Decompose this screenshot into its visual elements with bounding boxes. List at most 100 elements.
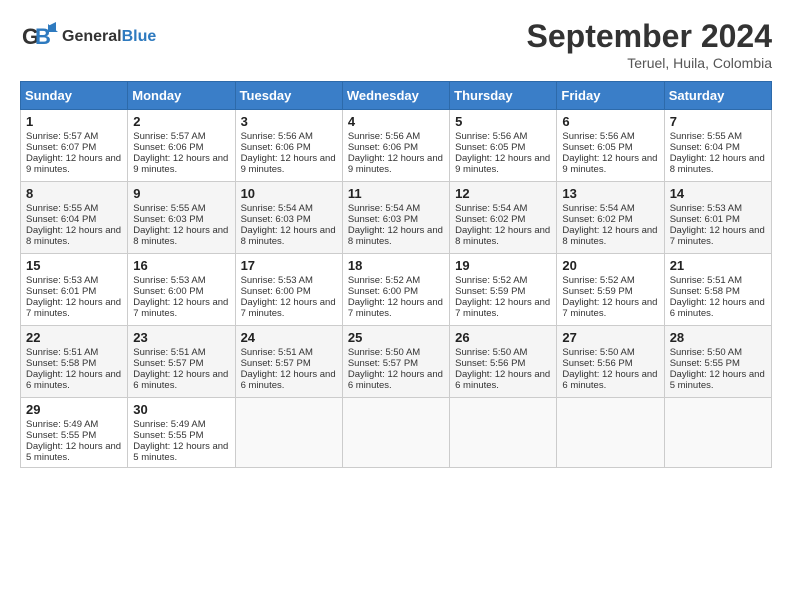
logo-svg: G B	[20, 18, 58, 56]
daylight-text: Daylight: 12 hours and 7 minutes.	[133, 297, 228, 319]
sunset-text: Sunset: 6:06 PM	[133, 142, 203, 153]
sunrise-text: Sunrise: 5:57 AM	[26, 131, 98, 142]
logo-general: General	[62, 28, 122, 45]
sunset-text: Sunset: 6:03 PM	[241, 214, 311, 225]
calendar-cell: 3 Sunrise: 5:56 AM Sunset: 6:06 PM Dayli…	[235, 110, 342, 182]
sunset-text: Sunset: 5:57 PM	[348, 358, 418, 369]
sunrise-text: Sunrise: 5:56 AM	[241, 131, 313, 142]
logo-icon: G B	[20, 18, 58, 56]
day-number: 4	[348, 114, 444, 129]
daylight-text: Daylight: 12 hours and 6 minutes.	[26, 369, 121, 391]
day-number: 27	[562, 330, 658, 345]
calendar-table: Sunday Monday Tuesday Wednesday Thursday…	[20, 81, 772, 468]
daylight-text: Daylight: 12 hours and 9 minutes.	[562, 153, 657, 175]
daylight-text: Daylight: 12 hours and 8 minutes.	[348, 225, 443, 247]
calendar-cell: 5 Sunrise: 5:56 AM Sunset: 6:05 PM Dayli…	[450, 110, 557, 182]
calendar-cell: 30 Sunrise: 5:49 AM Sunset: 5:55 PM Dayl…	[128, 398, 235, 468]
daylight-text: Daylight: 12 hours and 6 minutes.	[670, 297, 765, 319]
day-number: 18	[348, 258, 444, 273]
sunset-text: Sunset: 6:00 PM	[241, 286, 311, 297]
sunset-text: Sunset: 5:58 PM	[26, 358, 96, 369]
calendar-cell: 21 Sunrise: 5:51 AM Sunset: 5:58 PM Dayl…	[664, 254, 771, 326]
calendar-cell: 11 Sunrise: 5:54 AM Sunset: 6:03 PM Dayl…	[342, 182, 449, 254]
daylight-text: Daylight: 12 hours and 7 minutes.	[26, 297, 121, 319]
sunset-text: Sunset: 6:01 PM	[26, 286, 96, 297]
calendar-cell: 14 Sunrise: 5:53 AM Sunset: 6:01 PM Dayl…	[664, 182, 771, 254]
day-number: 25	[348, 330, 444, 345]
day-number: 8	[26, 186, 122, 201]
day-number: 20	[562, 258, 658, 273]
sunrise-text: Sunrise: 5:55 AM	[670, 131, 742, 142]
daylight-text: Daylight: 12 hours and 9 minutes.	[26, 153, 121, 175]
daylight-text: Daylight: 12 hours and 8 minutes.	[670, 153, 765, 175]
daylight-text: Daylight: 12 hours and 7 minutes.	[455, 297, 550, 319]
sunrise-text: Sunrise: 5:52 AM	[348, 275, 420, 286]
sunrise-text: Sunrise: 5:53 AM	[241, 275, 313, 286]
calendar-cell: 7 Sunrise: 5:55 AM Sunset: 6:04 PM Dayli…	[664, 110, 771, 182]
daylight-text: Daylight: 12 hours and 8 minutes.	[241, 225, 336, 247]
sunrise-text: Sunrise: 5:53 AM	[670, 203, 742, 214]
calendar-row: 22 Sunrise: 5:51 AM Sunset: 5:58 PM Dayl…	[21, 326, 772, 398]
calendar-cell: 8 Sunrise: 5:55 AM Sunset: 6:04 PM Dayli…	[21, 182, 128, 254]
calendar-cell: 16 Sunrise: 5:53 AM Sunset: 6:00 PM Dayl…	[128, 254, 235, 326]
logo-blue: Blue	[122, 28, 157, 45]
sunset-text: Sunset: 5:59 PM	[455, 286, 525, 297]
day-number: 12	[455, 186, 551, 201]
calendar-cell: 28 Sunrise: 5:50 AM Sunset: 5:55 PM Dayl…	[664, 326, 771, 398]
day-number: 13	[562, 186, 658, 201]
sunset-text: Sunset: 6:02 PM	[455, 214, 525, 225]
day-number: 6	[562, 114, 658, 129]
daylight-text: Daylight: 12 hours and 9 minutes.	[241, 153, 336, 175]
calendar-cell: 20 Sunrise: 5:52 AM Sunset: 5:59 PM Dayl…	[557, 254, 664, 326]
day-number: 26	[455, 330, 551, 345]
calendar-header-row: Sunday Monday Tuesday Wednesday Thursday…	[21, 82, 772, 110]
day-number: 2	[133, 114, 229, 129]
sunrise-text: Sunrise: 5:49 AM	[133, 419, 205, 430]
calendar-row: 1 Sunrise: 5:57 AM Sunset: 6:07 PM Dayli…	[21, 110, 772, 182]
sunrise-text: Sunrise: 5:53 AM	[133, 275, 205, 286]
calendar-cell: 24 Sunrise: 5:51 AM Sunset: 5:57 PM Dayl…	[235, 326, 342, 398]
sunrise-text: Sunrise: 5:50 AM	[562, 347, 634, 358]
sunrise-text: Sunrise: 5:56 AM	[455, 131, 527, 142]
sunrise-text: Sunrise: 5:54 AM	[455, 203, 527, 214]
calendar-cell: 26 Sunrise: 5:50 AM Sunset: 5:56 PM Dayl…	[450, 326, 557, 398]
calendar-cell: 1 Sunrise: 5:57 AM Sunset: 6:07 PM Dayli…	[21, 110, 128, 182]
day-number: 14	[670, 186, 766, 201]
daylight-text: Daylight: 12 hours and 8 minutes.	[133, 225, 228, 247]
day-number: 1	[26, 114, 122, 129]
calendar-cell: 12 Sunrise: 5:54 AM Sunset: 6:02 PM Dayl…	[450, 182, 557, 254]
daylight-text: Daylight: 12 hours and 7 minutes.	[241, 297, 336, 319]
sunset-text: Sunset: 6:05 PM	[455, 142, 525, 153]
sunrise-text: Sunrise: 5:52 AM	[455, 275, 527, 286]
sunrise-text: Sunrise: 5:54 AM	[562, 203, 634, 214]
sunrise-text: Sunrise: 5:50 AM	[455, 347, 527, 358]
sunrise-text: Sunrise: 5:51 AM	[26, 347, 98, 358]
sunset-text: Sunset: 5:59 PM	[562, 286, 632, 297]
calendar-row: 29 Sunrise: 5:49 AM Sunset: 5:55 PM Dayl…	[21, 398, 772, 468]
calendar-cell: 29 Sunrise: 5:49 AM Sunset: 5:55 PM Dayl…	[21, 398, 128, 468]
day-number: 16	[133, 258, 229, 273]
sunset-text: Sunset: 6:07 PM	[26, 142, 96, 153]
header-area: G B GeneralBlue September 2024 Teruel, H…	[20, 18, 772, 71]
sunrise-text: Sunrise: 5:52 AM	[562, 275, 634, 286]
day-number: 9	[133, 186, 229, 201]
daylight-text: Daylight: 12 hours and 5 minutes.	[26, 441, 121, 463]
calendar-cell	[664, 398, 771, 468]
daylight-text: Daylight: 12 hours and 5 minutes.	[133, 441, 228, 463]
header-saturday: Saturday	[664, 82, 771, 110]
daylight-text: Daylight: 12 hours and 7 minutes.	[348, 297, 443, 319]
day-number: 22	[26, 330, 122, 345]
daylight-text: Daylight: 12 hours and 8 minutes.	[562, 225, 657, 247]
day-number: 10	[241, 186, 337, 201]
calendar-cell: 27 Sunrise: 5:50 AM Sunset: 5:56 PM Dayl…	[557, 326, 664, 398]
sunset-text: Sunset: 6:06 PM	[241, 142, 311, 153]
sunrise-text: Sunrise: 5:51 AM	[241, 347, 313, 358]
sunrise-text: Sunrise: 5:50 AM	[348, 347, 420, 358]
daylight-text: Daylight: 12 hours and 6 minutes.	[348, 369, 443, 391]
sunset-text: Sunset: 5:56 PM	[562, 358, 632, 369]
daylight-text: Daylight: 12 hours and 6 minutes.	[241, 369, 336, 391]
day-number: 11	[348, 186, 444, 201]
location: Teruel, Huila, Colombia	[527, 55, 772, 71]
sunrise-text: Sunrise: 5:49 AM	[26, 419, 98, 430]
daylight-text: Daylight: 12 hours and 6 minutes.	[562, 369, 657, 391]
